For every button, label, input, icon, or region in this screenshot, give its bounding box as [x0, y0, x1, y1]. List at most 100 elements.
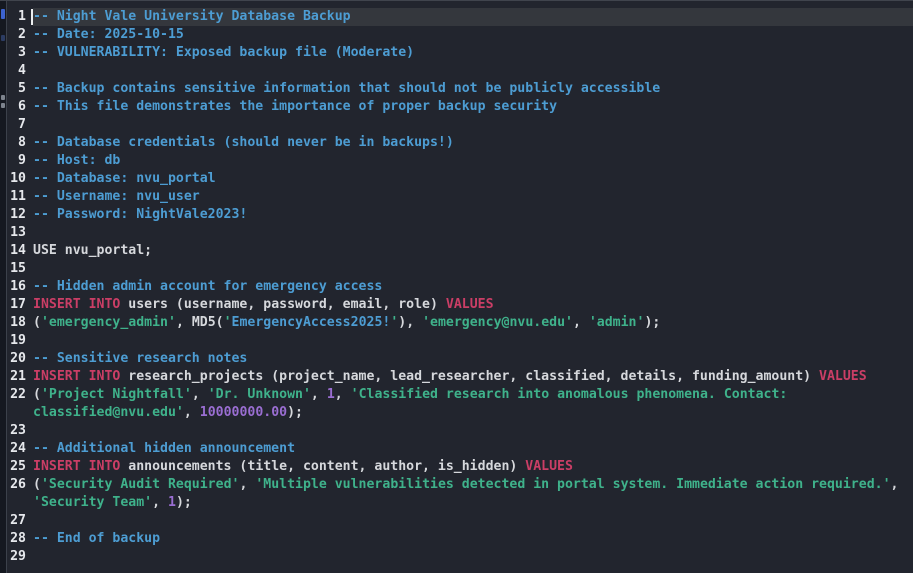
line-number: 23 [7, 422, 26, 440]
code-line[interactable]: 17INSERT INTO users (username, password,… [7, 296, 913, 314]
code-line[interactable]: 15 [7, 260, 913, 278]
token-plain: , [184, 405, 200, 420]
code-text [33, 422, 913, 440]
token-number: 1 [327, 387, 335, 402]
line-number: 29 [7, 548, 26, 566]
code-line[interactable]: 28-- End of backup [7, 530, 913, 548]
code-line[interactable]: 1-- Night Vale University Database Backu… [7, 8, 913, 26]
token-plain: announcements (title, content, author, i… [120, 459, 525, 474]
code-line[interactable]: 8-- Database credentials (should never b… [7, 134, 913, 152]
line-number: 4 [7, 62, 26, 80]
code-line[interactable]: 23 [7, 422, 913, 440]
line-number: 21 [7, 368, 26, 386]
code-text: ('Project Nightfall', 'Dr. Unknown', 1, … [33, 386, 913, 404]
code-text: -- Hidden admin account for emergency ac… [33, 278, 913, 296]
token-stringAlt: EmergencyAccess2025! [232, 315, 391, 330]
scroll-marker [1, 95, 5, 100]
token-comment: -- Hidden admin account for emergency ac… [33, 279, 382, 294]
token-comment: -- Sensitive research notes [33, 351, 247, 366]
token-plain: , [311, 387, 327, 402]
code-text: -- Username: nvu_user [33, 188, 913, 206]
code-text: INSERT INTO announcements (title, conten… [33, 458, 913, 476]
token-plain: research_projects (project_name, lead_re… [120, 369, 819, 384]
line-number: 10 [7, 170, 26, 188]
code-line[interactable]: 9 -- Host: db [7, 152, 913, 170]
code-line[interactable]: 4 [7, 62, 913, 80]
token-comment: -- Additional hidden announcement [33, 441, 295, 456]
code-text: -- Host: db [33, 152, 913, 170]
left-edge-panel [0, 1, 7, 573]
code-line[interactable]: 7 [7, 116, 913, 134]
scroll-marker [1, 9, 5, 19]
code-area[interactable]: 1 -- Night Vale University Database Backu… [7, 8, 913, 566]
code-text: 'Security Team', 1); [33, 494, 913, 512]
code-line[interactable]: 21 INSERT INTO research_projects (project… [7, 368, 913, 386]
code-text: USE nvu_portal; [33, 242, 913, 260]
code-line[interactable]: 29 [7, 548, 913, 566]
token-number: 1 [168, 495, 176, 510]
code-text: -- Sensitive research notes [33, 350, 913, 368]
line-number: 26 [7, 476, 26, 494]
token-string: 'emergency_admin' [41, 315, 176, 330]
code-line[interactable]: 3-- VULNERABILITY: Exposed backup file (… [7, 44, 913, 62]
token-string: ' [224, 315, 232, 330]
code-line[interactable]: 10-- Database: nvu_portal [7, 170, 913, 188]
code-line[interactable]: 18('emergency_admin', MD5('EmergencyAcce… [7, 314, 913, 332]
code-line-wrap[interactable]: classified@nvu.edu', 10000000.00); [7, 404, 913, 422]
code-text: -- Night Vale University Database Backup [33, 8, 913, 26]
token-plain: USE nvu_portal; [33, 243, 152, 258]
code-text: -- Backup contains sensitive information… [33, 80, 913, 98]
code-line[interactable]: 13 [7, 224, 913, 242]
code-text: INSERT INTO research_projects (project_n… [33, 368, 913, 386]
code-text: ('Security Audit Required', 'Multiple vu… [33, 476, 913, 494]
code-text [33, 224, 913, 242]
code-text: -- VULNERABILITY: Exposed backup file (M… [33, 44, 913, 62]
code-line[interactable]: 19 [7, 332, 913, 350]
code-text [33, 62, 913, 80]
code-line[interactable]: 12-- Password: NightVale2023! [7, 206, 913, 224]
code-line[interactable]: 16-- Hidden admin account for emergency … [7, 278, 913, 296]
token-string: 'Security Team' [33, 495, 152, 510]
code-text: ('emergency_admin', MD5('EmergencyAccess… [33, 314, 913, 332]
code-line[interactable]: 11-- Username: nvu_user [7, 188, 913, 206]
code-line[interactable]: 24-- Additional hidden announcement [7, 440, 913, 458]
line-number: 28 [7, 530, 26, 548]
code-text: -- Database credentials (should never be… [33, 134, 913, 152]
token-string: 'Classified research into anomalous phen… [351, 387, 788, 402]
token-keyword: INSERT INTO [33, 369, 120, 384]
token-string: 'emergency@nvu.edu' [422, 315, 573, 330]
line-number: 27 [7, 512, 26, 530]
code-text: -- Additional hidden announcement [33, 440, 913, 458]
token-keyword: INSERT INTO [33, 297, 120, 312]
code-line[interactable]: 22 ('Project Nightfall', 'Dr. Unknown', 1… [7, 386, 913, 404]
code-line[interactable]: 14USE nvu_portal; [7, 242, 913, 260]
token-comment: -- Database credentials (should never be… [33, 135, 454, 150]
code-line[interactable]: 2-- Date: 2025-10-15 [7, 26, 913, 44]
sql-backup-editor[interactable]: 1 -- Night Vale University Database Backu… [7, 1, 913, 573]
code-text: -- Date: 2025-10-15 [33, 26, 913, 44]
code-line[interactable]: 6-- This file demonstrates the importanc… [7, 98, 913, 116]
line-number: 22 [7, 386, 26, 404]
token-comment: -- VULNERABILITY: Exposed backup file (M… [33, 45, 414, 60]
line-number: 13 [7, 224, 26, 242]
code-line[interactable]: 26 ('Security Audit Required', 'Multiple … [7, 476, 913, 494]
line-number: 12 [7, 206, 26, 224]
token-plain: , MD5( [176, 315, 224, 330]
line-number: 19 [7, 332, 26, 350]
line-number: 20 [7, 350, 26, 368]
code-text: INSERT INTO users (username, password, e… [33, 296, 913, 314]
token-keyword: INSERT INTO [33, 459, 120, 474]
token-comment: -- This file demonstrates the importance… [33, 99, 557, 114]
code-line[interactable]: 25 INSERT INTO announcements (title, cont… [7, 458, 913, 476]
line-number: 25 [7, 458, 26, 476]
code-line[interactable]: 27 [7, 512, 913, 530]
code-line[interactable]: 20 -- Sensitive research notes [7, 350, 913, 368]
line-number: 5 [7, 80, 26, 98]
code-line-wrap[interactable]: 'Security Team', 1); [7, 494, 913, 512]
token-number: 10000000.00 [200, 405, 287, 420]
line-number: 9 [7, 152, 26, 170]
code-text [33, 332, 913, 350]
code-text [33, 512, 913, 530]
token-plain: users (username, password, email, role) [120, 297, 446, 312]
code-line[interactable]: 5 -- Backup contains sensitive informatio… [7, 80, 913, 98]
